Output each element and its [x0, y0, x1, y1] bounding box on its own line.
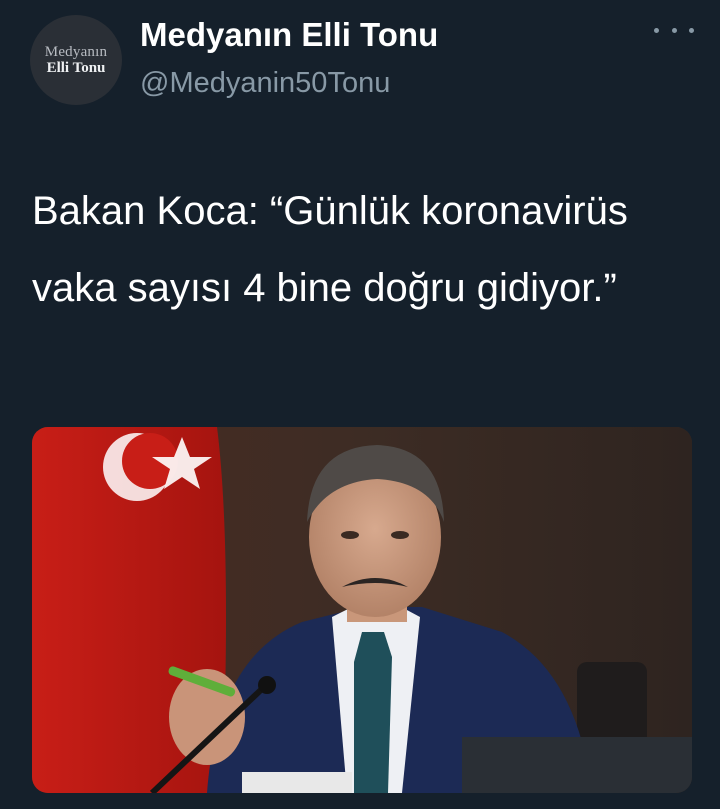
dot: [689, 27, 694, 33]
avatar[interactable]: Medyanın Elli Tonu: [30, 15, 122, 105]
user-handle[interactable]: @Medyanin50Tonu: [140, 67, 390, 100]
dot: [654, 27, 659, 33]
dot: [671, 27, 677, 33]
tweet-media-image[interactable]: [32, 427, 692, 793]
photo-illustration: [32, 427, 692, 793]
more-options-icon[interactable]: [654, 18, 694, 42]
avatar-text-line1: Medyanın: [44, 43, 108, 60]
tweet-text: Bakan Koca: “Günlük koronavirüs vaka say…: [32, 189, 628, 310]
bottom-strip: [0, 793, 720, 809]
display-name[interactable]: Medyanın Elli Tonu: [140, 16, 438, 54]
avatar-text-line2: Elli Tonu: [46, 59, 106, 76]
